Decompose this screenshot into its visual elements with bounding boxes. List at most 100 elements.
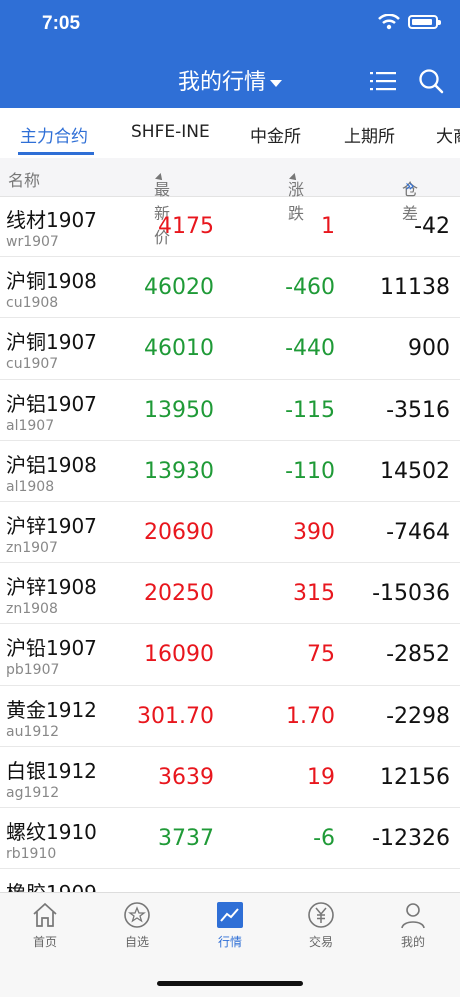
quote-row[interactable]: 线材1907 wr1907 4175 1 -42: [0, 196, 460, 258]
last-price: 13950: [144, 397, 214, 423]
tab-main-contract[interactable]: 主力合约: [20, 122, 88, 147]
last-price: 46010: [144, 336, 214, 362]
quote-row[interactable]: 橡胶1909ru1909: [0, 869, 460, 892]
tab-dce[interactable]: 大商所: [436, 122, 460, 147]
open-interest-change: -15036: [372, 581, 450, 607]
tabbar-trade[interactable]: 交易: [291, 901, 351, 950]
price-change: -110: [285, 458, 335, 484]
tabbar-me[interactable]: 我的: [383, 901, 443, 950]
quote-row[interactable]: 沪铝1908 al1908 13930 -110 14502: [0, 441, 460, 502]
col-name: 名称: [8, 171, 41, 190]
quote-row[interactable]: 沪锌1907 zn1907 20690 390 -7464: [0, 502, 460, 564]
last-price: 3737: [158, 825, 214, 851]
tabbar-quotes[interactable]: 行情: [200, 901, 260, 950]
contract-code: al1908: [6, 478, 55, 495]
tabbar-label: 交易: [308, 935, 333, 949]
open-interest-change: -7464: [386, 519, 450, 545]
price-change: 75: [307, 642, 335, 668]
open-interest-change: 900: [408, 336, 450, 362]
tab-cffex[interactable]: 中金所: [250, 122, 301, 147]
battery-icon: [408, 15, 441, 29]
quote-row[interactable]: 沪铜1907 cu1907 46010 -440 900: [0, 318, 460, 380]
quote-row[interactable]: 白银1912 ag1912 3639 19 12156: [0, 747, 460, 808]
nav-header: 7:05 我的行情: [0, 0, 460, 108]
home-indicator: [157, 981, 303, 986]
quote-row[interactable]: 螺纹1910 rb1910 3737 -6 -12326: [0, 808, 460, 870]
quote-row[interactable]: 沪铅1907 pb1907 16090 75 -2852: [0, 624, 460, 686]
chart-icon: [217, 902, 243, 928]
last-price: 16090: [144, 642, 214, 668]
open-interest-change: -3516: [386, 397, 450, 423]
contract-code: au1912: [6, 723, 60, 740]
last-price: 301.70: [137, 703, 214, 729]
active-tab-indicator: [18, 152, 94, 155]
open-interest-change: 14502: [380, 458, 450, 484]
col-price[interactable]: 最新价: [154, 167, 170, 247]
open-interest-change: -2852: [386, 642, 450, 668]
search-icon[interactable]: [418, 68, 444, 94]
yen-icon: [308, 902, 334, 928]
caret-down-icon: [270, 79, 282, 87]
price-change: -440: [285, 336, 335, 362]
price-change: 390: [293, 519, 335, 545]
open-interest-change: 12156: [380, 764, 450, 790]
contract-code: cu1908: [6, 295, 59, 312]
contract-code: rb1910: [6, 845, 57, 862]
contract-code: cu1907: [6, 356, 59, 373]
tabbar-label: 我的: [400, 935, 425, 949]
price-change: 19: [307, 764, 335, 790]
contract-name: 螺纹1910: [6, 819, 97, 844]
last-price: 4175: [158, 214, 214, 239]
open-interest-change: -12326: [372, 825, 450, 851]
tabbar-home[interactable]: 首页: [15, 901, 75, 950]
contract-code: zn1908: [6, 601, 58, 618]
quote-row[interactable]: 沪铜1908 cu1908 46020 -460 11138: [0, 257, 460, 319]
contract-name: 沪铅1907: [6, 636, 97, 661]
open-interest-change: -42: [414, 214, 450, 239]
quote-row[interactable]: 沪锌1908 zn1908 20250 315 -15036: [0, 563, 460, 625]
contract-name: 橡胶1909: [6, 877, 97, 892]
user-icon: [401, 903, 425, 929]
price-change: 1.70: [286, 703, 335, 729]
last-price: 13930: [144, 458, 214, 484]
tabbar-watchlist[interactable]: 自选: [107, 901, 167, 950]
status-time: 7:05: [42, 13, 81, 34]
column-header: 名称 最新价 涨跌 仓差»: [0, 158, 460, 247]
status-icons: [378, 14, 441, 30]
tab-shfe[interactable]: 上期所: [344, 122, 395, 147]
contract-code: pb1907: [6, 662, 60, 679]
contract-name: 沪铜1907: [6, 330, 97, 355]
contract-name: 白银1912: [6, 758, 97, 783]
contract-name: 沪铜1908: [6, 269, 97, 294]
price-change: -6: [313, 825, 335, 851]
open-interest-change: -2298: [386, 703, 450, 729]
quote-row[interactable]: 黄金1912 au1912 301.70 1.70 -2298: [0, 686, 460, 747]
contract-name: 沪锌1908: [6, 575, 97, 600]
list-menu-icon[interactable]: [370, 70, 396, 92]
tab-shfe-ine[interactable]: SHFE-INE: [131, 122, 210, 142]
page-title: 我的行情: [177, 70, 266, 95]
col-change[interactable]: 涨跌: [288, 167, 304, 223]
last-price: 20250: [144, 581, 214, 607]
quote-list: 线材1907 wr1907 4175 1 -42 沪铜1908 cu1908 46020 -46…: [0, 196, 460, 892]
tabbar-label: 首页: [32, 935, 57, 949]
home-icon: [33, 902, 57, 927]
price-change: -460: [285, 275, 335, 301]
contract-name: 线材1907: [6, 208, 97, 232]
contract-code: ag1912: [6, 784, 60, 801]
contract-name: 沪铝1907: [6, 391, 97, 416]
contract-name: 黄金1912: [6, 697, 97, 722]
open-interest-change: 11138: [380, 275, 450, 301]
quote-row[interactable]: 沪铝1907 al1907 13950 -115 -3516: [0, 380, 460, 441]
star-icon: [124, 902, 150, 928]
contract-code: zn1907: [6, 539, 58, 556]
contract-name: 沪锌1907: [6, 513, 97, 538]
wifi-icon: [378, 14, 400, 30]
tabbar-label: 行情: [217, 935, 242, 949]
price-change: 315: [293, 581, 335, 607]
tabbar-label: 自选: [124, 935, 149, 949]
price-change: 1: [321, 214, 335, 239]
double-chevron-right-icon: »: [405, 176, 415, 195]
last-price: 20690: [144, 519, 214, 545]
contract-code: al1907: [6, 417, 55, 434]
